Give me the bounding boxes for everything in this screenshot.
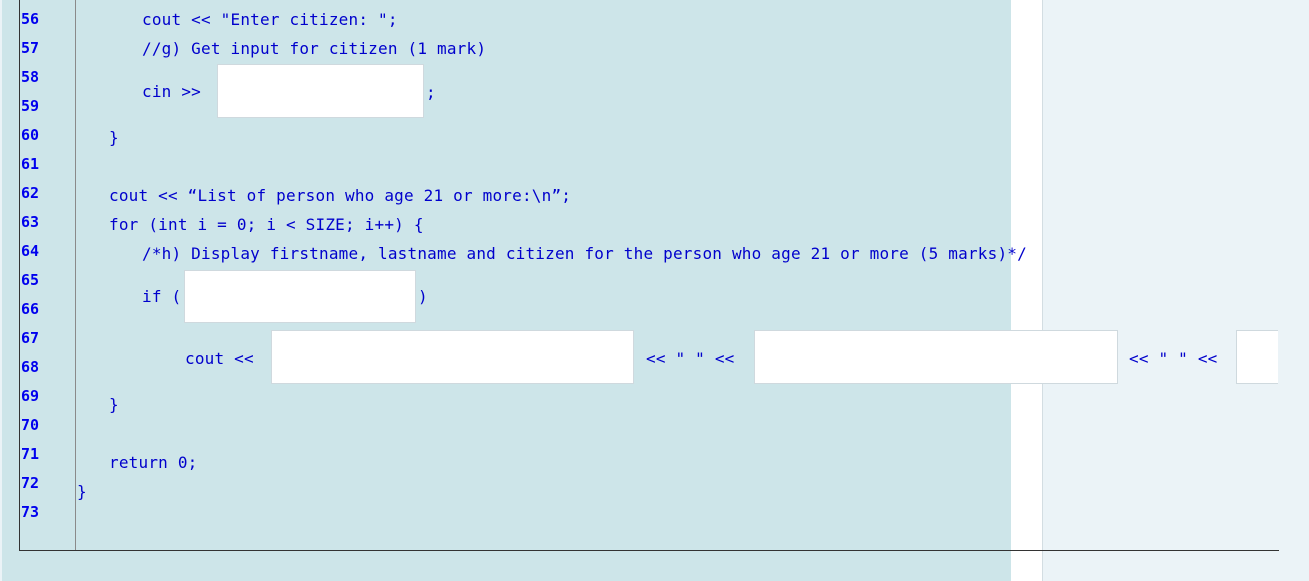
- line-number: 68: [21, 358, 40, 376]
- code-line-64-comment: /*h) Display firstname, lastname and cit…: [142, 244, 1027, 263]
- cin-citizen-input[interactable]: [217, 64, 424, 118]
- code-line-65-if: if (: [142, 287, 182, 306]
- line-number: 73: [21, 503, 40, 521]
- code-line-68-separator-1: << " " <<: [646, 349, 735, 368]
- code-line-71-return: return 0;: [109, 453, 198, 472]
- cout-citizen-input[interactable]: [1236, 330, 1278, 384]
- code-line-68-separator-2: << " " <<: [1129, 349, 1218, 368]
- line-number: 71: [21, 445, 40, 463]
- code-line-63-for: for (int i = 0; i < SIZE; i++) {: [109, 215, 424, 234]
- code-line-56: cout << "Enter citizen: ";: [142, 10, 398, 29]
- line-number: 66: [21, 300, 40, 318]
- cout-lastname-input[interactable]: [754, 330, 1118, 384]
- line-number: 65: [21, 271, 40, 289]
- line-number: 61: [21, 155, 40, 173]
- if-condition-input[interactable]: [184, 270, 416, 323]
- code-line-58-semicolon: ;: [426, 83, 436, 102]
- line-number: 72: [21, 474, 40, 492]
- line-number: 57: [21, 39, 40, 57]
- line-number: 62: [21, 184, 40, 202]
- code-line-57-comment: //g) Get input for citizen (1 mark): [142, 39, 487, 58]
- code-line-65-close-paren: ): [418, 287, 428, 306]
- code-line-62: cout << “List of person who age 21 or mo…: [109, 186, 572, 205]
- line-number: 63: [21, 213, 40, 231]
- code-line-58-cin: cin >>: [142, 82, 201, 101]
- line-number: 60: [21, 126, 40, 144]
- code-line-72-brace: }: [77, 482, 87, 501]
- line-number: 64: [21, 242, 40, 260]
- cout-firstname-input[interactable]: [271, 330, 634, 384]
- line-number: 70: [21, 416, 40, 434]
- code-line-68-cout: cout <<: [185, 349, 254, 368]
- line-number: 58: [21, 68, 40, 86]
- code-line-69-brace: }: [109, 395, 119, 414]
- line-number: 59: [21, 97, 40, 115]
- line-number: 67: [21, 329, 40, 347]
- code-line-60-brace: }: [109, 128, 119, 147]
- line-number: 69: [21, 387, 40, 405]
- line-number: 56: [21, 10, 40, 28]
- gutter-divider: [75, 0, 76, 550]
